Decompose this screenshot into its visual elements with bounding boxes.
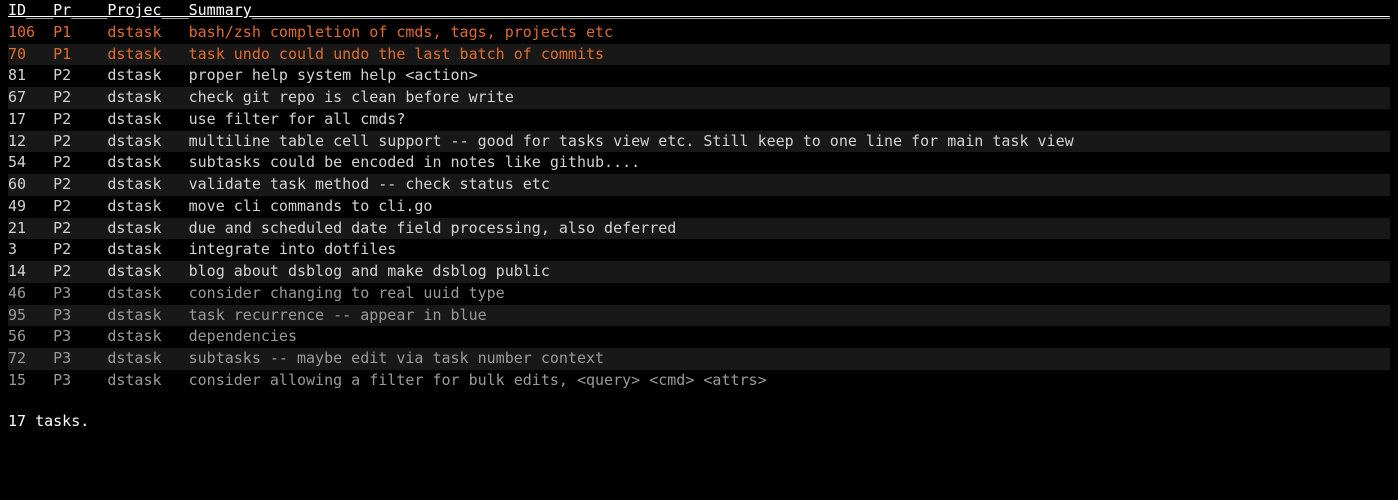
cell-id: 49 xyxy=(8,197,53,215)
cell-summary: use filter for all cmds? xyxy=(189,110,406,128)
task-list: 106 P1 dstask bash/zsh completion of cmd… xyxy=(8,22,1390,392)
table-row[interactable]: 60 P2 dstask validate task method -- che… xyxy=(8,174,1390,196)
cell-summary: consider changing to real uuid type xyxy=(189,284,505,302)
cell-pr: P3 xyxy=(53,371,107,389)
cell-id: 14 xyxy=(8,262,53,280)
cell-id: 72 xyxy=(8,349,53,367)
cell-project: dstask xyxy=(107,284,188,302)
cell-summary: subtasks -- maybe edit via task number c… xyxy=(189,349,604,367)
cell-id: 54 xyxy=(8,153,53,171)
cell-pr: P2 xyxy=(53,219,107,237)
table-row[interactable]: 12 P2 dstask multiline table cell suppor… xyxy=(8,131,1390,153)
table-row[interactable]: 54 P2 dstask subtasks could be encoded i… xyxy=(8,152,1390,174)
cell-summary: check git repo is clean before write xyxy=(189,88,514,106)
cell-pr: P2 xyxy=(53,262,107,280)
col-summary: Summary xyxy=(189,1,252,19)
cell-pr: P2 xyxy=(53,110,107,128)
cell-summary: bash/zsh completion of cmds, tags, proje… xyxy=(189,23,613,41)
cell-pr: P2 xyxy=(53,175,107,193)
cell-pr: P2 xyxy=(53,197,107,215)
cell-summary: due and scheduled date field processing,… xyxy=(189,219,677,237)
cell-summary: consider allowing a filter for bulk edit… xyxy=(189,371,767,389)
cell-pr: P3 xyxy=(53,349,107,367)
cell-id: 56 xyxy=(8,327,53,345)
cell-project: dstask xyxy=(107,23,188,41)
cell-summary: validate task method -- check status etc xyxy=(189,175,550,193)
cell-id: 21 xyxy=(8,219,53,237)
col-id: ID xyxy=(8,1,26,19)
cell-id: 12 xyxy=(8,132,53,150)
cell-pr: P2 xyxy=(53,66,107,84)
cell-project: dstask xyxy=(107,306,188,324)
cell-pr: P3 xyxy=(53,306,107,324)
cell-project: dstask xyxy=(107,262,188,280)
cell-project: dstask xyxy=(107,219,188,237)
table-header: ID___Pr____Projec___Summary_____________… xyxy=(8,0,1390,22)
cell-pr: P1 xyxy=(53,45,107,63)
cell-pr: P3 xyxy=(53,327,107,345)
cell-pr: P2 xyxy=(53,240,107,258)
cell-summary: dependencies xyxy=(189,327,297,345)
table-row[interactable]: 81 P2 dstask proper help system help <ac… xyxy=(8,65,1390,87)
table-row[interactable]: 67 P2 dstask check git repo is clean bef… xyxy=(8,87,1390,109)
table-row[interactable]: 70 P1 dstask task undo could undo the la… xyxy=(8,44,1390,66)
cell-pr: P2 xyxy=(53,132,107,150)
col-project: Projec xyxy=(107,1,161,19)
cell-id: 15 xyxy=(8,371,53,389)
table-row[interactable]: 72 P3 dstask subtasks -- maybe edit via … xyxy=(8,348,1390,370)
cell-pr: P2 xyxy=(53,88,107,106)
cell-project: dstask xyxy=(107,327,188,345)
cell-summary: blog about dsblog and make dsblog public xyxy=(189,262,550,280)
cell-project: dstask xyxy=(107,132,188,150)
cell-id: 17 xyxy=(8,110,53,128)
table-row[interactable]: 49 P2 dstask move cli commands to cli.go xyxy=(8,196,1390,218)
col-pr: Pr xyxy=(53,1,71,19)
table-row[interactable]: 14 P2 dstask blog about dsblog and make … xyxy=(8,261,1390,283)
table-row[interactable]: 95 P3 dstask task recurrence -- appear i… xyxy=(8,305,1390,327)
cell-summary: multiline table cell support -- good for… xyxy=(189,132,1074,150)
cell-id: 67 xyxy=(8,88,53,106)
cell-pr: P1 xyxy=(53,23,107,41)
cell-project: dstask xyxy=(107,153,188,171)
cell-project: dstask xyxy=(107,349,188,367)
cell-project: dstask xyxy=(107,197,188,215)
cell-pr: P2 xyxy=(53,153,107,171)
cell-project: dstask xyxy=(107,45,188,63)
cell-summary: integrate into dotfiles xyxy=(189,240,397,258)
table-row[interactable]: 21 P2 dstask due and scheduled date fiel… xyxy=(8,218,1390,240)
table-row[interactable]: 3 P2 dstask integrate into dotfiles xyxy=(8,239,1390,261)
table-row[interactable]: 17 P2 dstask use filter for all cmds? xyxy=(8,109,1390,131)
table-row[interactable]: 15 P3 dstask consider allowing a filter … xyxy=(8,370,1390,392)
cell-summary: task recurrence -- appear in blue xyxy=(189,306,487,324)
table-row[interactable]: 56 P3 dstask dependencies xyxy=(8,326,1390,348)
cell-id: 46 xyxy=(8,284,53,302)
table-row[interactable]: 46 P3 dstask consider changing to real u… xyxy=(8,283,1390,305)
cell-project: dstask xyxy=(107,88,188,106)
cell-id: 95 xyxy=(8,306,53,324)
cell-summary: proper help system help <action> xyxy=(189,66,478,84)
cell-id: 81 xyxy=(8,66,53,84)
cell-project: dstask xyxy=(107,110,188,128)
table-row[interactable]: 106 P1 dstask bash/zsh completion of cmd… xyxy=(8,22,1390,44)
cell-summary: move cli commands to cli.go xyxy=(189,197,433,215)
task-count: 17 tasks. xyxy=(8,411,1390,433)
cell-id: 70 xyxy=(8,45,53,63)
cell-summary: subtasks could be encoded in notes like … xyxy=(189,153,641,171)
cell-project: dstask xyxy=(107,175,188,193)
cell-id: 3 xyxy=(8,240,53,258)
cell-id: 60 xyxy=(8,175,53,193)
cell-project: dstask xyxy=(107,240,188,258)
cell-project: dstask xyxy=(107,66,188,84)
cell-pr: P3 xyxy=(53,284,107,302)
cell-id: 106 xyxy=(8,23,53,41)
cell-summary: task undo could undo the last batch of c… xyxy=(189,45,604,63)
cell-project: dstask xyxy=(107,371,188,389)
